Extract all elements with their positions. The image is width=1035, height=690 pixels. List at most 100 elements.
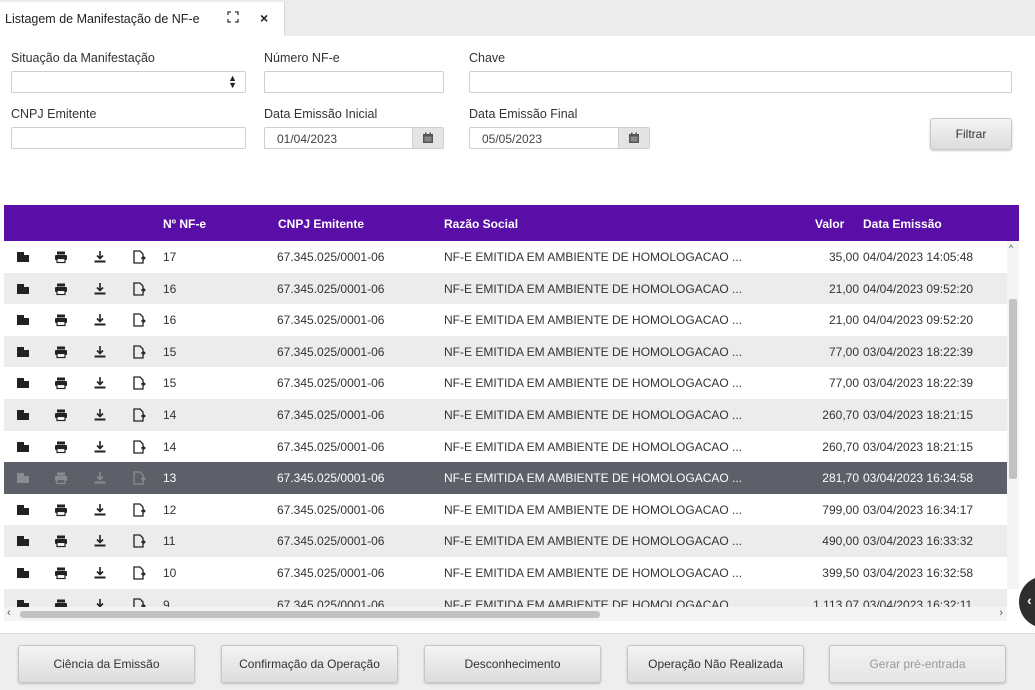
cell-numero: 14 xyxy=(163,439,177,454)
printer-icon[interactable] xyxy=(54,250,68,264)
header-numero[interactable]: Nº NF-e xyxy=(163,217,206,231)
cnpj-emitente-input[interactable] xyxy=(11,127,246,149)
header-data[interactable]: Data Emissão xyxy=(863,217,942,231)
printer-icon[interactable] xyxy=(54,534,68,548)
horizontal-scroll-thumb[interactable] xyxy=(20,611,600,618)
cell-cnpj: 67.345.025/0001-06 xyxy=(277,566,385,580)
download-icon[interactable] xyxy=(93,408,107,422)
document-arrow-icon[interactable] xyxy=(132,471,146,485)
document-stack-icon[interactable] xyxy=(16,534,30,548)
chave-input[interactable] xyxy=(469,71,1012,93)
vertical-scrollbar[interactable]: ^ xyxy=(1007,241,1019,589)
download-icon[interactable] xyxy=(93,440,107,454)
printer-icon[interactable] xyxy=(54,376,68,390)
table-row[interactable]: 13 67.345.025/0001-06 NF-E EMITIDA EM AMBI… xyxy=(4,462,1007,494)
header-cnpj[interactable]: CNPJ Emitente xyxy=(278,217,364,231)
document-stack-icon[interactable] xyxy=(16,376,30,390)
cell-razao: NF-E EMITIDA EM AMBIENTE DE HOMOLOGACAO … xyxy=(444,471,743,486)
numero-nfe-input[interactable] xyxy=(264,71,444,93)
cell-valor: 799,00 xyxy=(822,502,859,517)
nfe-grid: Nº NF-e CNPJ Emitente Razão Social Valor… xyxy=(4,205,1019,625)
cell-cnpj: 67.345.025/0001-06 xyxy=(277,344,385,359)
download-icon[interactable] xyxy=(93,282,107,296)
printer-icon[interactable] xyxy=(54,408,68,422)
document-stack-icon[interactable] xyxy=(16,345,30,359)
document-arrow-icon[interactable] xyxy=(132,250,146,264)
cell-cnpj: 67.345.025/0001-06 xyxy=(277,439,385,454)
document-arrow-icon[interactable] xyxy=(132,439,146,454)
table-row[interactable]: 12 67.345.025/0001-06 NF-E EMITIDA EM AMBI… xyxy=(4,493,1007,526)
printer-icon[interactable] xyxy=(54,313,68,327)
printer-icon[interactable] xyxy=(54,282,68,296)
data-final-input[interactable]: 05/05/2023 xyxy=(469,127,650,149)
download-icon[interactable] xyxy=(93,313,107,327)
printer-icon[interactable] xyxy=(54,471,68,485)
download-icon[interactable] xyxy=(93,471,107,485)
close-icon[interactable]: × xyxy=(260,10,268,26)
document-arrow-icon[interactable] xyxy=(132,566,146,580)
download-icon[interactable] xyxy=(93,503,107,517)
table-row[interactable]: 15 67.345.025/0001-06 NF-E EMITIDA EM AMBI… xyxy=(4,367,1007,399)
document-stack-icon[interactable] xyxy=(16,566,30,580)
document-stack-icon[interactable] xyxy=(16,282,30,296)
document-arrow-icon[interactable] xyxy=(132,376,146,391)
calendar-icon[interactable] xyxy=(618,128,649,148)
table-row[interactable]: 15 67.345.025/0001-06 NF-E EMITIDA EM AMBI… xyxy=(4,335,1007,368)
document-arrow-icon[interactable] xyxy=(132,313,146,327)
document-arrow-icon[interactable] xyxy=(132,534,146,549)
filter-button[interactable]: Filtrar xyxy=(930,118,1012,150)
header-razao[interactable]: Razão Social xyxy=(444,217,518,231)
data-inicial-value: 01/04/2023 xyxy=(277,132,338,146)
cell-razao: NF-E EMITIDA EM AMBIENTE DE HOMOLOGACAO … xyxy=(444,502,743,517)
download-icon[interactable] xyxy=(93,566,107,580)
tab-listagem-manifestacao[interactable]: Listagem de Manifestação de NF-e × xyxy=(0,2,285,36)
table-row[interactable]: 11 67.345.025/0001-06 NF-E EMITIDA EM AMBI… xyxy=(4,525,1007,557)
table-row[interactable]: 17 67.345.025/0001-06 NF-E EMITIDA EM AMBI… xyxy=(4,241,1007,273)
data-inicial-input[interactable]: 01/04/2023 xyxy=(264,127,444,149)
calendar-icon[interactable] xyxy=(412,128,443,148)
printer-icon[interactable] xyxy=(54,566,68,580)
download-icon[interactable] xyxy=(93,376,107,390)
cell-data: 04/04/2023 09:52:20 xyxy=(863,281,974,296)
nao-realizada-button[interactable]: Operação Não Realizada xyxy=(627,645,804,683)
document-stack-icon[interactable] xyxy=(16,440,30,454)
table-row[interactable]: 14 67.345.025/0001-06 NF-E EMITIDA EM AMBI… xyxy=(4,399,1007,431)
desconhecimento-button[interactable]: Desconhecimento xyxy=(424,645,601,683)
gerar-pre-entrada-button[interactable]: Gerar pré-entrada xyxy=(829,645,1006,683)
ciencia-button[interactable]: Ciência da Emissão xyxy=(18,645,195,683)
document-arrow-icon[interactable] xyxy=(132,281,146,296)
cell-cnpj: 67.345.025/0001-06 xyxy=(277,408,385,422)
cell-data: 03/04/2023 18:21:15 xyxy=(863,439,974,454)
cell-valor: 281,70 xyxy=(822,471,859,486)
document-arrow-icon[interactable] xyxy=(132,345,146,359)
table-row[interactable]: 14 67.345.025/0001-06 NF-E EMITIDA EM AMBI… xyxy=(4,430,1007,463)
scroll-up-icon[interactable]: ^ xyxy=(1009,243,1013,253)
cell-data: 03/04/2023 16:34:17 xyxy=(863,502,974,517)
cell-razao: NF-E EMITIDA EM AMBIENTE DE HOMOLOGACAO … xyxy=(444,281,743,296)
document-arrow-icon[interactable] xyxy=(132,503,146,517)
document-arrow-icon[interactable] xyxy=(132,408,146,422)
situacao-select[interactable]: ▲ ▼ xyxy=(11,71,246,93)
download-icon[interactable] xyxy=(93,250,107,264)
document-stack-icon[interactable] xyxy=(16,313,30,327)
download-icon[interactable] xyxy=(93,345,107,359)
printer-icon[interactable] xyxy=(54,503,68,517)
vertical-scroll-thumb[interactable] xyxy=(1009,299,1017,479)
download-icon[interactable] xyxy=(93,534,107,548)
printer-icon[interactable] xyxy=(54,345,68,359)
header-valor[interactable]: Valor xyxy=(815,217,844,231)
document-stack-icon[interactable] xyxy=(16,471,30,485)
scroll-right-icon[interactable]: › xyxy=(999,607,1003,619)
confirmacao-button[interactable]: Confirmação da Operação xyxy=(221,645,398,683)
table-row[interactable]: 16 67.345.025/0001-06 NF-E EMITIDA EM AMBI… xyxy=(4,304,1007,336)
expand-icon[interactable] xyxy=(227,11,239,26)
document-stack-icon[interactable] xyxy=(16,408,30,422)
horizontal-scrollbar[interactable]: ‹ › xyxy=(4,607,1007,621)
document-stack-icon[interactable] xyxy=(16,250,30,264)
table-row[interactable]: 10 67.345.025/0001-06 NF-E EMITIDA EM AMBI… xyxy=(4,557,1007,589)
scroll-left-icon[interactable]: ‹ xyxy=(7,607,11,619)
chave-label: Chave xyxy=(469,51,506,65)
printer-icon[interactable] xyxy=(54,440,68,454)
table-row[interactable]: 16 67.345.025/0001-06 NF-E EMITIDA EM AMBI… xyxy=(4,272,1007,305)
document-stack-icon[interactable] xyxy=(16,503,30,517)
